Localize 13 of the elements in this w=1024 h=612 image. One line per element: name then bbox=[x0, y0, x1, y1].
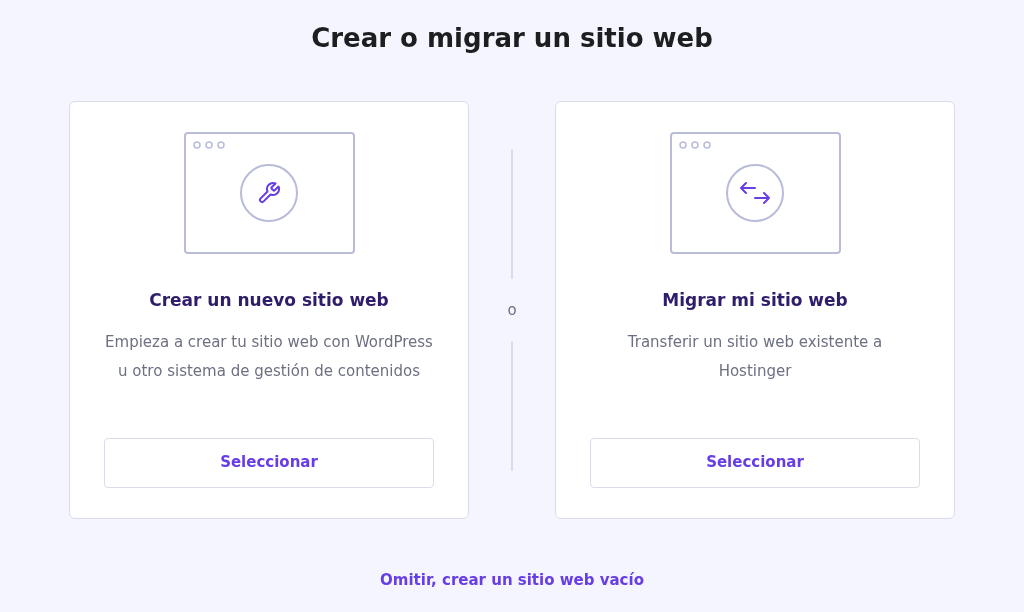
card-title: Crear un nuevo sitio web bbox=[149, 289, 389, 312]
select-button[interactable]: Seleccionar bbox=[104, 437, 434, 488]
skip-link[interactable]: Omitir, crear un sitio web vacío bbox=[380, 569, 644, 592]
separator-label: o bbox=[507, 299, 517, 321]
select-button[interactable]: Seleccionar bbox=[590, 437, 920, 488]
card-title: Migrar mi sitio web bbox=[662, 289, 848, 312]
window-dots-icon bbox=[678, 141, 713, 149]
window-dots-icon bbox=[192, 141, 227, 149]
page-title: Crear o migrar un sitio web bbox=[311, 22, 713, 55]
card-description: Transferir un sitio web existente a Hostinger bbox=[626, 331, 884, 382]
transfer-arrows-icon bbox=[739, 180, 771, 206]
card-description: Empieza a crear tu sitio web con WordPress u otro sistema de gestión de contenidos bbox=[104, 331, 434, 382]
wrench-icon bbox=[257, 181, 281, 205]
